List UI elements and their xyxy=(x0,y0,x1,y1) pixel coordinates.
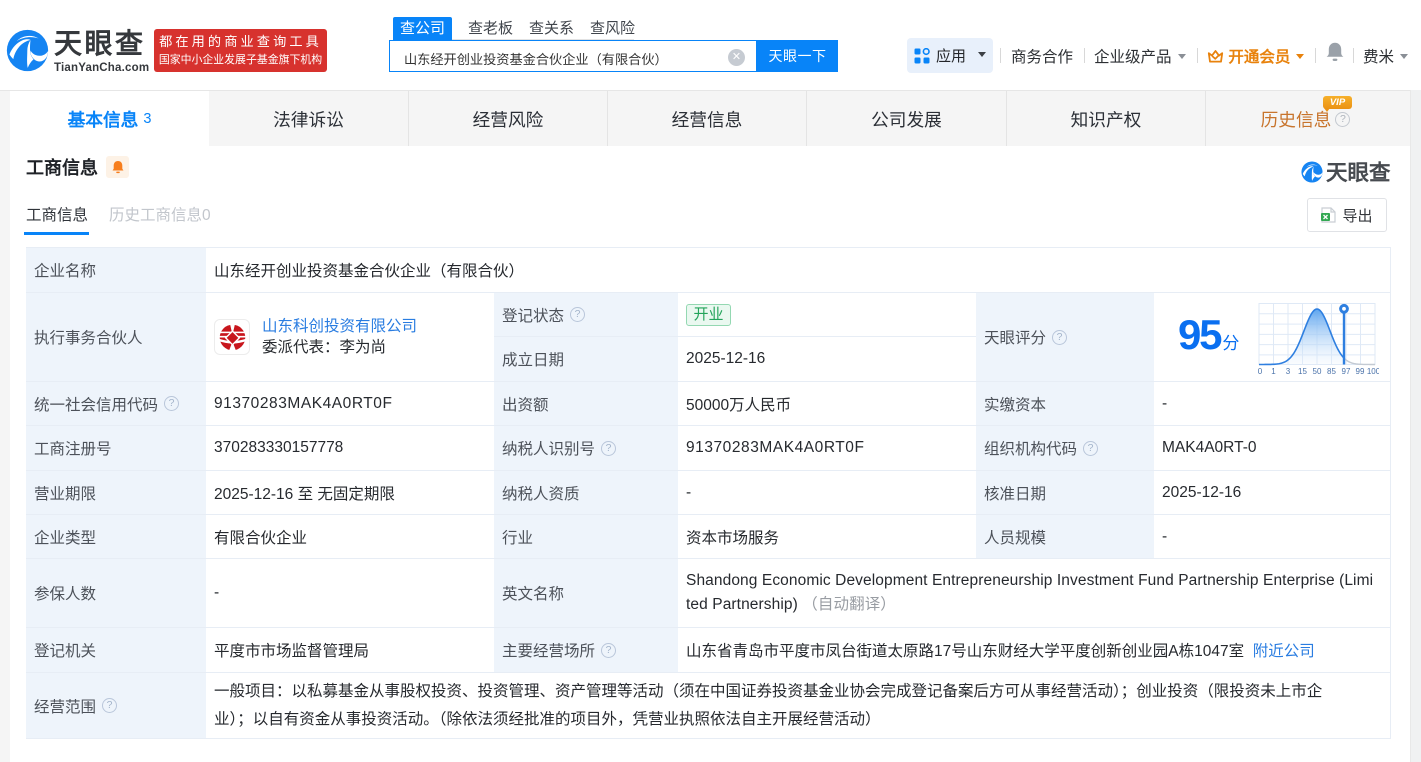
svg-text:85: 85 xyxy=(1327,367,1336,375)
svg-text:1: 1 xyxy=(1271,367,1276,375)
svg-text:15: 15 xyxy=(1298,367,1307,375)
svg-text:3: 3 xyxy=(1286,367,1291,375)
svg-text:0: 0 xyxy=(1258,367,1263,375)
svg-text:100: 100 xyxy=(1367,367,1379,375)
svg-text:50: 50 xyxy=(1313,367,1322,375)
svg-text:97: 97 xyxy=(1342,367,1351,375)
svg-text:99: 99 xyxy=(1356,367,1365,375)
